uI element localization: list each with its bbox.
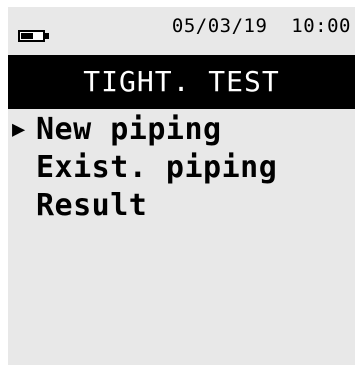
menu-item-label: New piping xyxy=(36,112,222,147)
menu-item-label: Exist. piping xyxy=(36,150,278,185)
device-screen: 05/03/19 10:00 TIGHT. TEST ▶ New piping E… xyxy=(8,7,355,365)
battery-icon xyxy=(18,30,45,42)
battery-level-fill xyxy=(21,33,33,39)
status-bar: 05/03/19 10:00 xyxy=(8,7,355,54)
date-text: 05/03/19 xyxy=(171,15,268,37)
screen-title: TIGHT. TEST xyxy=(8,55,355,109)
battery-tip xyxy=(45,33,49,39)
menu-item-new-piping[interactable]: ▶ New piping xyxy=(8,111,355,149)
main-menu: ▶ New piping Exist. piping Result xyxy=(8,111,355,225)
time-text: 10:00 xyxy=(291,15,351,37)
selection-arrow-icon: ▶ xyxy=(12,117,26,142)
menu-item-label: Result xyxy=(36,188,148,223)
menu-item-exist-piping[interactable]: Exist. piping xyxy=(8,149,355,187)
menu-item-result[interactable]: Result xyxy=(8,187,355,225)
date-time-display: 05/03/19 10:00 xyxy=(172,17,351,36)
